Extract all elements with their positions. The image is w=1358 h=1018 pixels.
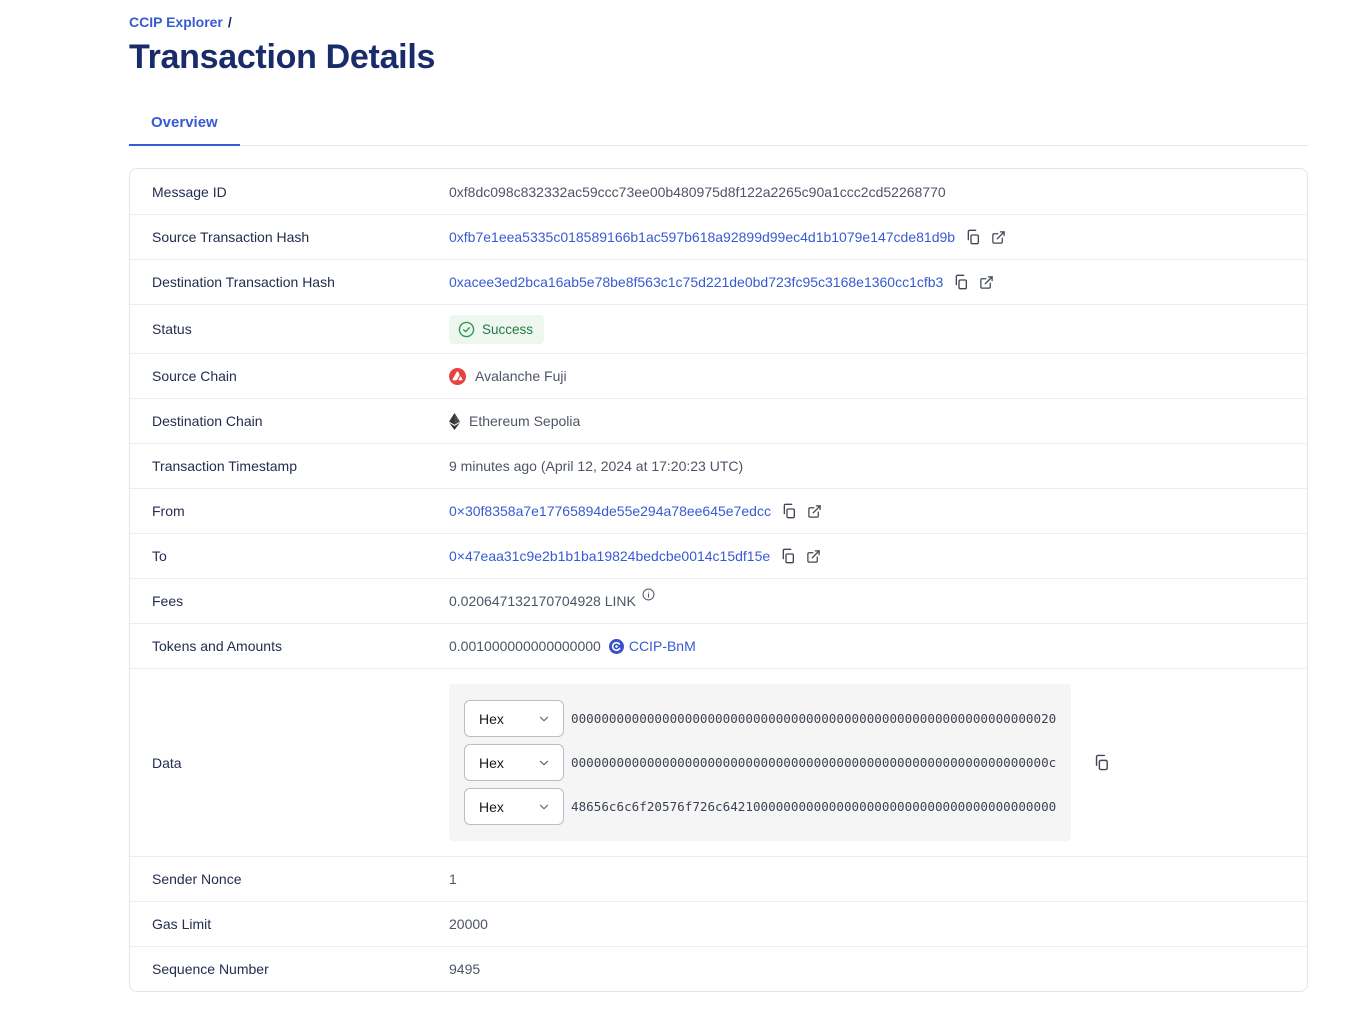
row-source-tx-hash: Source Transaction Hash 0xfb7e1eea5335c0…	[130, 214, 1307, 259]
chevron-down-icon	[537, 756, 551, 770]
row-message-id: Message ID 0xf8dc098c832332ac59ccc73ee00…	[130, 169, 1307, 214]
transaction-details-page: CCIP Explorer / Transaction Details Overv…	[129, 0, 1308, 992]
row-from: From 0×30f8358a7e17765894de55e294a78ee64…	[130, 488, 1307, 533]
hex-data-line: 48656c6c6f20576f726c64210000000000000000…	[571, 799, 1056, 814]
chevron-down-icon	[537, 712, 551, 726]
dest-tx-hash-label: Destination Transaction Hash	[152, 274, 449, 290]
row-dest-chain: Destination Chain Ethereum Sepolia	[130, 398, 1307, 443]
tokens-label: Tokens and Amounts	[152, 638, 449, 654]
source-tx-hash-link[interactable]: 0xfb7e1eea5335c018589166b1ac597b618a9289…	[449, 229, 955, 245]
hex-select-value: Hex	[479, 755, 504, 771]
from-address-link[interactable]: 0×30f8358a7e17765894de55e294a78ee645e7ed…	[449, 503, 771, 519]
external-link-icon[interactable]	[807, 504, 822, 519]
avalanche-icon	[449, 368, 466, 385]
row-gas-limit: Gas Limit 20000	[130, 901, 1307, 946]
sender-nonce-value: 1	[449, 871, 457, 887]
external-link-icon[interactable]	[991, 230, 1006, 245]
token-amount: 0.001000000000000000	[449, 638, 601, 654]
data-line: Hex 000000000000000000000000000000000000…	[464, 700, 1056, 737]
success-check-icon	[458, 321, 475, 338]
gas-limit-value: 20000	[449, 916, 488, 932]
data-line: Hex 000000000000000000000000000000000000…	[464, 744, 1056, 781]
status-badge: Success	[449, 315, 544, 344]
tab-overview[interactable]: Overview	[129, 114, 240, 146]
tab-bar: Overview	[129, 114, 1308, 146]
hex-select-value: Hex	[479, 799, 504, 815]
ethereum-icon	[449, 413, 460, 430]
external-link-icon[interactable]	[979, 275, 994, 290]
fees-label: Fees	[152, 593, 449, 609]
external-link-icon[interactable]	[806, 549, 821, 564]
source-chain-label: Source Chain	[152, 368, 449, 384]
sequence-number-value: 9495	[449, 961, 480, 977]
sequence-number-label: Sequence Number	[152, 961, 449, 977]
token-name: CCIP-BnM	[629, 638, 696, 654]
timestamp-label: Transaction Timestamp	[152, 458, 449, 474]
token-link[interactable]: CCIP-BnM	[609, 638, 696, 654]
breadcrumb: CCIP Explorer /	[129, 14, 1308, 30]
hex-data-line: 0000000000000000000000000000000000000000…	[571, 711, 1056, 726]
sender-nonce-label: Sender Nonce	[152, 871, 449, 887]
data-hex-panel: Hex 000000000000000000000000000000000000…	[449, 684, 1071, 841]
data-label: Data	[152, 755, 449, 771]
gas-limit-label: Gas Limit	[152, 916, 449, 932]
hex-select-value: Hex	[479, 711, 504, 727]
row-to: To 0×47eaa31c9e2b1b1ba19824bedcbe0014c15…	[130, 533, 1307, 578]
chevron-down-icon	[537, 800, 551, 814]
hex-data-line: 0000000000000000000000000000000000000000…	[571, 755, 1056, 770]
page-title: Transaction Details	[129, 38, 1308, 77]
from-label: From	[152, 503, 449, 519]
dest-chain-name: Ethereum Sepolia	[469, 413, 580, 429]
copy-icon[interactable]	[965, 229, 981, 245]
row-timestamp: Transaction Timestamp 9 minutes ago (Apr…	[130, 443, 1307, 488]
copy-icon[interactable]	[1093, 754, 1110, 771]
row-sequence-number: Sequence Number 9495	[130, 946, 1307, 991]
fees-value: 0.020647132170704928 LINK	[449, 593, 636, 609]
status-badge-text: Success	[482, 322, 533, 337]
ccip-bnm-token-icon	[609, 639, 624, 654]
source-chain-name: Avalanche Fuji	[475, 368, 567, 384]
source-tx-hash-label: Source Transaction Hash	[152, 229, 449, 245]
copy-icon[interactable]	[781, 503, 797, 519]
info-icon[interactable]	[642, 588, 655, 604]
status-label: Status	[152, 321, 449, 337]
row-fees: Fees 0.020647132170704928 LINK	[130, 578, 1307, 623]
hex-format-select[interactable]: Hex	[464, 744, 564, 781]
transaction-details-card: Message ID 0xf8dc098c832332ac59ccc73ee00…	[129, 168, 1308, 992]
hex-format-select[interactable]: Hex	[464, 788, 564, 825]
timestamp-value: 9 minutes ago (April 12, 2024 at 17:20:2…	[449, 458, 743, 474]
row-dest-tx-hash: Destination Transaction Hash 0xacee3ed2b…	[130, 259, 1307, 304]
copy-icon[interactable]	[780, 548, 796, 564]
hex-format-select[interactable]: Hex	[464, 700, 564, 737]
row-source-chain: Source Chain Avalanche Fuji	[130, 353, 1307, 398]
breadcrumb-ccip-explorer-link[interactable]: CCIP Explorer	[129, 14, 223, 30]
data-line: Hex 48656c6c6f20576f726c6421000000000000…	[464, 788, 1056, 825]
row-data: Data Hex 0000000000000000000000000000000…	[130, 668, 1307, 856]
message-id-label: Message ID	[152, 184, 449, 200]
row-status: Status Success	[130, 304, 1307, 353]
copy-icon[interactable]	[953, 274, 969, 290]
to-label: To	[152, 548, 449, 564]
dest-chain-label: Destination Chain	[152, 413, 449, 429]
message-id-value: 0xf8dc098c832332ac59ccc73ee00b480975d8f1…	[449, 184, 946, 200]
breadcrumb-separator: /	[228, 14, 232, 30]
row-sender-nonce: Sender Nonce 1	[130, 856, 1307, 901]
dest-tx-hash-link[interactable]: 0xacee3ed2bca16ab5e78be8f563c1c75d221de0…	[449, 274, 943, 290]
row-tokens-and-amounts: Tokens and Amounts 0.001000000000000000 …	[130, 623, 1307, 668]
to-address-link[interactable]: 0×47eaa31c9e2b1b1ba19824bedcbe0014c15df1…	[449, 548, 770, 564]
